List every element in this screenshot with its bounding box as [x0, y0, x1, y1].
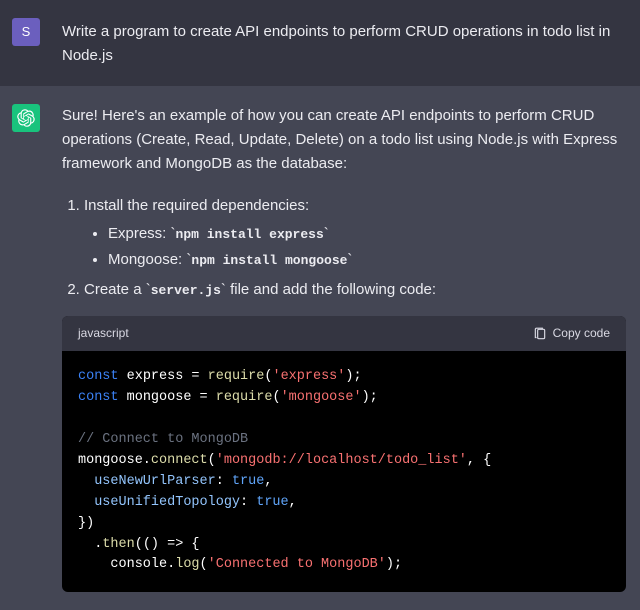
user-message-text: Write a program to create API endpoints … — [62, 18, 626, 68]
express-cmd: npm install express — [176, 227, 324, 242]
user-avatar-letter: S — [22, 22, 31, 43]
assistant-avatar — [12, 104, 40, 132]
step-2-prefix: Create a — [84, 281, 146, 298]
mongoose-label: Mongoose: — [108, 251, 186, 268]
code-content[interactable]: const express = require('express'); cons… — [62, 351, 626, 592]
step-1-text: Install the required dependencies: — [84, 197, 309, 214]
step-1-sublist: Express: `npm install express` Mongoose:… — [108, 222, 626, 272]
step-1: Install the required dependencies: Expre… — [84, 194, 626, 272]
assistant-message: Sure! Here's an example of how you can c… — [0, 86, 640, 610]
code-block: javascript Copy code const express = req… — [62, 316, 626, 592]
express-label: Express: — [108, 225, 171, 242]
step-2-suffix: file and add the following code: — [226, 281, 436, 298]
steps-list: Install the required dependencies: Expre… — [80, 194, 626, 302]
mongoose-dep: Mongoose: `npm install mongoose` — [108, 248, 626, 272]
step-2-filename: server.js — [151, 283, 221, 298]
assistant-intro-text: Sure! Here's an example of how you can c… — [62, 104, 626, 176]
code-header: javascript Copy code — [62, 316, 626, 351]
user-avatar: S — [12, 18, 40, 46]
mongoose-cmd: npm install mongoose — [191, 253, 347, 268]
openai-logo-icon — [17, 109, 35, 127]
user-message: S Write a program to create API endpoint… — [0, 0, 640, 86]
step-2: Create a `server.js` file and add the fo… — [84, 278, 626, 302]
clipboard-icon — [533, 327, 547, 341]
assistant-content: Sure! Here's an example of how you can c… — [62, 104, 626, 592]
copy-code-label: Copy code — [553, 324, 610, 343]
express-dep: Express: `npm install express` — [108, 222, 626, 246]
copy-code-button[interactable]: Copy code — [533, 324, 610, 343]
code-language-label: javascript — [78, 324, 129, 343]
